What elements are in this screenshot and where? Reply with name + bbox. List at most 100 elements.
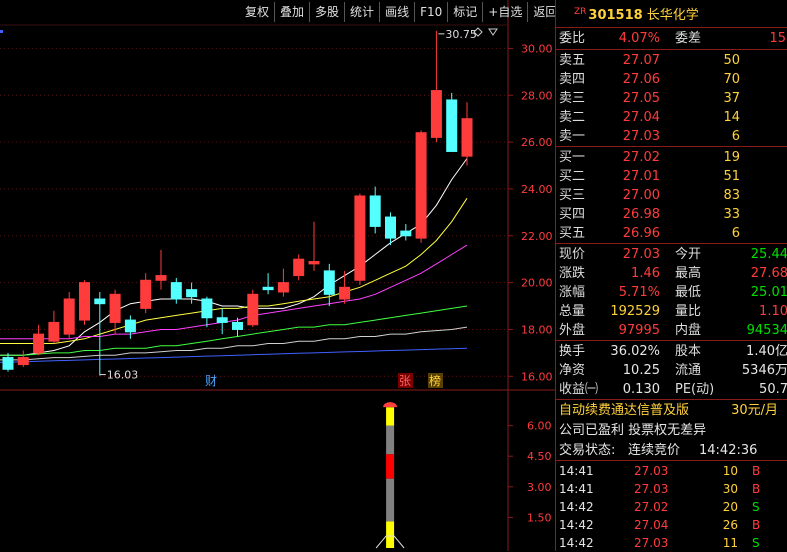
quote-value: 25.01 [750, 285, 787, 300]
candle-body [369, 195, 381, 227]
indicator-bar-segment [386, 478, 395, 522]
quote-label: 量比 [675, 304, 702, 319]
tick-direction: S [752, 500, 760, 514]
divider [556, 399, 787, 400]
weicha-label: 委差 [675, 31, 702, 46]
candle-body [17, 357, 29, 366]
draw-line-button[interactable]: 画线 [379, 2, 414, 22]
chart-toolbar: 复权 叠加 多股 统计 画线 F10 标记 +自选 返回 [240, 2, 562, 22]
divider [556, 460, 787, 461]
fundamental-row: 收益㈠ 0.130 PE(动) 50.7 [556, 380, 787, 399]
candle-body [140, 279, 152, 309]
ask-row[interactable]: 卖四 27.06 70 [556, 70, 787, 89]
stock-chart-window: 30.00 28.00 26.00 24.00 22.00 20.00 18.00 16.00… [0, 0, 787, 551]
quote-label: 总量 [559, 304, 586, 319]
ask-price: 27.06 [622, 72, 660, 87]
overlay-button[interactable]: 叠加 [274, 2, 309, 22]
price-tick-label: 20.00 [521, 277, 553, 290]
quote-value: 1.46 [631, 266, 660, 281]
stock-name: 长华化学 [646, 8, 699, 23]
ask-label: 卖五 [559, 53, 586, 68]
indicator-bar-segment [386, 521, 395, 548]
trade-status-row: 交易状态: 连续竞价 14:42:36 [556, 441, 787, 460]
quote-label: 现价 [559, 247, 586, 262]
tick-row: 14:42 27.03 11 S [556, 534, 787, 552]
quote-row: 现价 27.03 今开 25.44 [556, 245, 787, 264]
candle-body [293, 258, 305, 277]
tick-row: 14:41 27.03 30 B [556, 480, 787, 498]
bid-row[interactable]: 买一 27.02 19 [556, 148, 787, 167]
bid-volume: 19 [723, 150, 740, 165]
ask-row[interactable]: 卖五 27.07 50 [556, 51, 787, 70]
quote-value: 97995 [618, 323, 660, 338]
ask-price: 27.05 [622, 91, 660, 106]
statistics-button[interactable]: 统计 [344, 2, 379, 22]
price-tick-label: 30.00 [521, 42, 553, 55]
stock-header: ZR 301518 长华化学 [574, 4, 699, 23]
ask-row[interactable]: 卖一 27.03 6 [556, 127, 787, 146]
tick-time: 14:42 [559, 536, 594, 550]
bid-price: 27.02 [622, 150, 660, 165]
fundamental-label: 换手 [559, 344, 586, 359]
fundamental-value: 36.02% [610, 344, 660, 359]
ask-row[interactable]: 卖二 27.04 14 [556, 108, 787, 127]
weibi-row: 委比 4.07% 委差 15 [556, 29, 787, 48]
left-marker-icon [0, 30, 3, 33]
kline-chart[interactable]: 30.00 28.00 26.00 24.00 22.00 20.00 18.00 16.00… [0, 0, 555, 551]
ask-volume: 50 [723, 53, 740, 68]
bid-row[interactable]: 买五 26.96 6 [556, 224, 787, 243]
ask-price: 27.07 [622, 53, 660, 68]
candle-body [124, 319, 136, 333]
ask-volume: 6 [731, 129, 740, 144]
bid-label: 买四 [559, 207, 586, 222]
candle-body [446, 99, 458, 152]
triangle-down-icon [488, 28, 498, 36]
promo-price[interactable]: 30元/月 [731, 401, 778, 420]
bid-row[interactable]: 买三 27.00 83 [556, 186, 787, 205]
tick-price: 27.03 [634, 464, 669, 478]
quote-row: 涨跌 1.46 最高 27.68 [556, 264, 787, 283]
f10-button[interactable]: F10 [414, 2, 447, 22]
multi-stock-button[interactable]: 多股 [309, 2, 344, 22]
candle-body [461, 118, 473, 157]
trade-status-time: 14:42:36 [699, 443, 758, 458]
bid-price: 26.98 [622, 207, 660, 222]
quote-row: 外盘 97995 内盘 94534 [556, 321, 787, 340]
divider [556, 243, 787, 244]
quote-label: 今开 [675, 247, 702, 262]
indicator-bar-segment [386, 454, 395, 479]
quote-label: 最低 [675, 285, 702, 300]
bid-row[interactable]: 买四 26.98 33 [556, 205, 787, 224]
quote-value: 94534 [746, 323, 787, 338]
bid-price: 27.01 [622, 169, 660, 184]
ask-price: 27.04 [622, 110, 660, 125]
candle-body [262, 286, 274, 291]
mark-button[interactable]: 标记 [447, 2, 482, 22]
quote-value: 27.03 [622, 247, 660, 262]
tick-direction: B [752, 464, 761, 478]
bid-label: 买二 [559, 169, 586, 184]
promo-text[interactable]: 自动续费通达信普及版 [559, 401, 689, 420]
tick-price: 27.03 [634, 536, 669, 550]
tick-volume: 20 [722, 500, 738, 514]
quote-value: 192529 [610, 304, 660, 319]
tick-volume: 11 [722, 536, 738, 550]
indicator-bar-segment [386, 407, 395, 426]
tick-volume: 10 [722, 464, 738, 478]
bid-volume: 33 [723, 207, 740, 222]
tick-volume: 26 [722, 518, 738, 532]
candle-body [216, 317, 228, 323]
fuquan-button[interactable]: 复权 [240, 2, 274, 22]
promo-row[interactable]: 自动续费通达信普及版 30元/月 [556, 401, 787, 420]
stock-code: 301518 [588, 8, 643, 23]
ask-row[interactable]: 卖三 27.05 37 [556, 89, 787, 108]
candle-body [94, 298, 106, 305]
fundamental-row: 换手 36.02% 股本 1.40亿 [556, 342, 787, 361]
add-watchlist-button[interactable]: +自选 [482, 2, 527, 22]
bid-row[interactable]: 买二 27.01 51 [556, 167, 787, 186]
price-tick-label: 24.00 [521, 183, 553, 196]
low-price-label: 16.03 [107, 369, 139, 382]
price-tick-label: 26.00 [521, 136, 553, 149]
quote-value: 1.10 [759, 304, 787, 319]
ask-volume: 37 [723, 91, 740, 106]
